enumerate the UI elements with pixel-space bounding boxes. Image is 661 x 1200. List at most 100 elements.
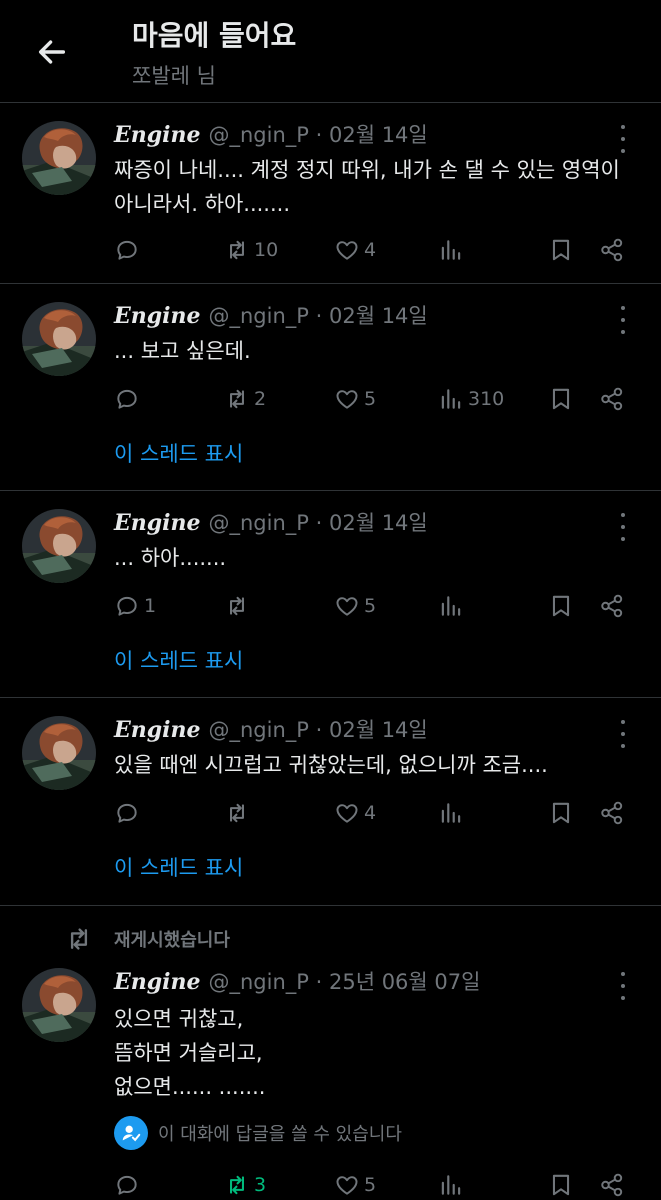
bookmark-button[interactable] (548, 235, 574, 265)
page-subtitle: 쪼발레 님 (132, 64, 216, 88)
like-button[interactable]: 4 (334, 798, 376, 828)
share-button[interactable] (599, 591, 625, 621)
like-icon (334, 237, 360, 263)
author-name[interactable]: Engine (114, 510, 201, 536)
post[interactable]: Engine @_ngin_P · 02월 14일 짜증이 나네.... 계정 정… (0, 103, 661, 284)
author-name[interactable]: Engine (114, 122, 201, 148)
like-icon (334, 593, 360, 619)
repost-count: 10 (254, 239, 279, 261)
avatar[interactable] (22, 968, 96, 1042)
reply-icon (114, 1172, 140, 1198)
bookmark-button[interactable] (548, 384, 574, 414)
views-count: 310 (468, 388, 505, 410)
avatar[interactable] (22, 121, 96, 195)
page-title: 마음에 들어요 (132, 19, 297, 52)
reply-button[interactable] (114, 1170, 144, 1200)
author-handle: @_ngin_P · 25년 06월 07일 (208, 970, 481, 994)
views-button[interactable] (438, 235, 468, 265)
show-thread-link[interactable]: 이 스레드 표시 (114, 438, 243, 468)
share-icon (599, 237, 625, 263)
reply-button[interactable] (114, 235, 144, 265)
avatar[interactable] (22, 509, 96, 583)
repost-icon (224, 386, 250, 412)
repost-button[interactable]: 10 (224, 235, 278, 265)
action-bar: 4 (114, 798, 634, 828)
reply-button[interactable] (114, 798, 144, 828)
show-thread-link[interactable]: 이 스레드 표시 (114, 852, 243, 882)
repost-button[interactable] (224, 798, 254, 828)
action-bar: 2 5 310 (114, 384, 634, 414)
reply-icon (114, 386, 140, 412)
reply-restriction-note: 이 대화에 답글을 쓸 수 있습니다 (114, 1116, 402, 1150)
repost-button[interactable]: 3 (224, 1170, 266, 1200)
repost-button[interactable] (224, 591, 254, 621)
reply-button[interactable] (114, 384, 144, 414)
bookmark-icon (548, 800, 574, 826)
author-handle: @_ngin_P · 02월 14일 (208, 123, 428, 147)
bookmark-button[interactable] (548, 1170, 574, 1200)
post[interactable]: Engine @_ngin_P · 02월 14일 있을 때엔 시끄럽고 귀찮았는… (0, 698, 661, 906)
bookmark-icon (548, 1172, 574, 1198)
author-name[interactable]: Engine (114, 969, 201, 995)
like-button[interactable]: 5 (334, 384, 376, 414)
more-icon[interactable] (613, 513, 633, 541)
like-count: 5 (364, 1174, 377, 1196)
top-bar: 마음에 들어요 쪼발레 님 (0, 0, 661, 103)
share-button[interactable] (599, 1170, 625, 1200)
post-text-line: 있으면 귀찮고, (114, 1007, 244, 1031)
reply-icon (114, 800, 140, 826)
post-text-line: 아니라서. 하아....... (114, 192, 290, 216)
bookmark-button[interactable] (548, 798, 574, 828)
post-text: 있을 때엔 시끄럽고 귀찮았는데, 없으니까 조금.... (114, 748, 644, 782)
action-bar: 10 4 (114, 235, 634, 265)
views-button[interactable] (438, 1170, 468, 1200)
reply-button[interactable]: 1 (114, 591, 156, 621)
views-icon (438, 386, 464, 412)
post-text: ... 하아....... (114, 541, 644, 575)
share-button[interactable] (599, 798, 625, 828)
like-button[interactable]: 5 (334, 591, 376, 621)
reply-count: 1 (144, 595, 157, 617)
views-button[interactable] (438, 591, 468, 621)
reply-restriction-icon (114, 1116, 148, 1150)
views-icon (438, 237, 464, 263)
repost-count: 2 (254, 388, 267, 410)
avatar[interactable] (22, 716, 96, 790)
more-icon[interactable] (613, 125, 633, 153)
back-button[interactable] (32, 32, 72, 72)
more-icon[interactable] (613, 306, 633, 334)
like-button[interactable]: 4 (334, 235, 376, 265)
post-text-line: 있을 때엔 시끄럽고 귀찮았는데, 없으니까 조금.... (114, 753, 548, 777)
action-bar: 3 5 (114, 1170, 634, 1200)
author-name[interactable]: Engine (114, 303, 201, 329)
views-button[interactable]: 310 (438, 384, 504, 414)
author-handle: @_ngin_P · 02월 14일 (208, 304, 428, 328)
bookmark-icon (548, 593, 574, 619)
post[interactable]: Engine @_ngin_P · 02월 14일 ... 보고 싶은데. 2 5… (0, 284, 661, 491)
like-icon (334, 1172, 360, 1198)
bookmark-button[interactable] (548, 591, 574, 621)
repost-button[interactable]: 2 (224, 384, 266, 414)
share-icon (599, 593, 625, 619)
author-handle: @_ngin_P · 02월 14일 (208, 718, 428, 742)
post[interactable]: Engine @_ngin_P · 02월 14일 ... 하아....... 1… (0, 491, 661, 698)
share-button[interactable] (599, 235, 625, 265)
author-name[interactable]: Engine (114, 717, 201, 743)
post-text-line: ... 보고 싶은데. (114, 339, 251, 363)
more-icon[interactable] (613, 720, 633, 748)
share-icon (599, 386, 625, 412)
like-count: 5 (364, 595, 377, 617)
like-button[interactable]: 5 (334, 1170, 376, 1200)
share-button[interactable] (599, 384, 625, 414)
back-arrow-icon (38, 40, 66, 64)
repost-icon (224, 593, 250, 619)
post[interactable]: Engine @_ngin_P · 25년 06월 07일 있으면 귀찮고, 뜸하… (0, 950, 661, 1200)
post-text: ... 보고 싶은데. (114, 334, 644, 368)
views-button[interactable] (438, 798, 468, 828)
avatar[interactable] (22, 302, 96, 376)
like-count: 4 (364, 802, 377, 824)
views-icon (438, 593, 464, 619)
show-thread-link[interactable]: 이 스레드 표시 (114, 645, 243, 675)
views-icon (438, 1172, 464, 1198)
more-icon[interactable] (613, 972, 633, 1000)
